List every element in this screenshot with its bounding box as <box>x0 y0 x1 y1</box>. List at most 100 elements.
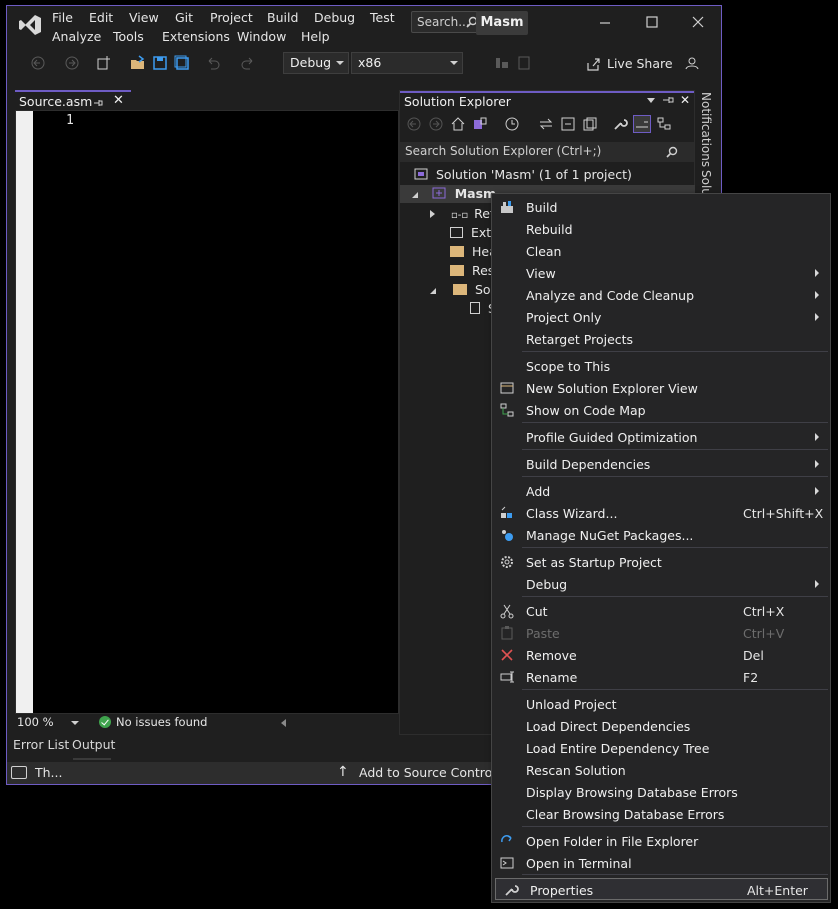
menu-item-profile-guided-optimization[interactable]: Profile Guided Optimization <box>492 426 830 448</box>
menu-item-scope-to-this[interactable]: Scope to This <box>492 355 830 377</box>
forward-icon[interactable] <box>63 54 81 72</box>
chevron-down-icon[interactable] <box>647 98 655 103</box>
menu-item-unload-project[interactable]: Unload Project <box>492 693 830 715</box>
open-file-icon[interactable] <box>129 54 147 72</box>
menu-project[interactable]: Project <box>210 10 253 25</box>
menu-item-cut[interactable]: Cut Ctrl+X <box>492 600 830 622</box>
menu-item-manage-nuget-packages[interactable]: Manage NuGet Packages... <box>492 524 830 546</box>
minimize-icon[interactable] <box>597 14 613 30</box>
menu-item-retarget-projects[interactable]: Retarget Projects <box>492 328 830 350</box>
align-icon[interactable] <box>493 54 511 72</box>
show-all-files-icon[interactable] <box>582 116 598 132</box>
platform-combo[interactable]: x86 <box>351 52 463 74</box>
menu-item-project-only[interactable]: Project Only <box>492 306 830 328</box>
wrench-icon[interactable] <box>612 116 628 132</box>
menu-item-class-wizard[interactable]: Class Wizard... Ctrl+Shift+X <box>492 502 830 524</box>
pin-icon[interactable] <box>662 94 674 109</box>
close-icon[interactable] <box>690 14 706 30</box>
search-box[interactable]: Search... <box>411 11 483 33</box>
menu-item-open-folder-in-file-explorer[interactable]: Open Folder in File Explorer <box>492 830 830 852</box>
project-name-badge[interactable]: Masm <box>476 11 528 35</box>
menu-item-open-in-terminal[interactable]: Open in Terminal <box>492 852 830 874</box>
menu-analyze[interactable]: Analyze <box>52 29 101 44</box>
expanded-triangle-icon[interactable] <box>430 288 436 294</box>
menu-item-build-dependencies[interactable]: Build Dependencies <box>492 453 830 475</box>
feedback-icon[interactable] <box>683 54 701 72</box>
close-icon[interactable]: ✕ <box>680 93 690 107</box>
menu-help[interactable]: Help <box>301 29 330 44</box>
menu-item-load-entire-dependency-tree[interactable]: Load Entire Dependency Tree <box>492 737 830 759</box>
menu-item-build[interactable]: Build <box>492 196 830 218</box>
menu-item-analyze-and-code-cleanup[interactable]: Analyze and Code Cleanup <box>492 284 830 306</box>
redo-icon[interactable] <box>239 54 257 72</box>
tree-item-source-files[interactable]: Sou <box>430 282 498 297</box>
configuration-combo[interactable]: Debug <box>283 52 349 74</box>
class-view-icon[interactable] <box>656 116 672 132</box>
menu-debug[interactable]: Debug <box>314 10 355 25</box>
back-icon[interactable] <box>406 116 422 132</box>
menu-item-clear-browsing-database-errors[interactable]: Clear Browsing Database Errors <box>492 803 830 825</box>
code-editor[interactable]: 1 <box>15 110 399 714</box>
solution-search-input[interactable]: Search Solution Explorer (Ctrl+;) <box>400 142 694 162</box>
sync-icon[interactable] <box>538 116 554 132</box>
menu-item-label: Properties <box>530 883 594 898</box>
menu-item-add[interactable]: Add <box>492 480 830 502</box>
menu-item-new-solution-explorer-view[interactable]: New Solution Explorer View <box>492 377 830 399</box>
layout-icon[interactable] <box>515 54 533 72</box>
tab-output[interactable]: Output <box>72 737 115 752</box>
collapsed-triangle-icon[interactable] <box>430 210 435 218</box>
tab-error-list[interactable]: Error List <box>13 737 69 752</box>
maximize-icon[interactable] <box>644 14 660 30</box>
menu-item-set-as-startup-project[interactable]: Set as Startup Project <box>492 551 830 573</box>
add-to-source-control[interactable]: Add to Source Control <box>359 765 496 780</box>
home-icon[interactable] <box>450 116 466 132</box>
visual-studio-logo-icon[interactable] <box>17 12 43 38</box>
pending-changes-icon[interactable] <box>504 116 520 132</box>
new-project-icon[interactable] <box>95 54 113 72</box>
pin-icon[interactable] <box>93 96 103 111</box>
menu-edit[interactable]: Edit <box>89 10 113 25</box>
notifications-tab[interactable]: Notifications <box>699 92 713 167</box>
forward-icon[interactable] <box>428 116 444 132</box>
menu-item-rename[interactable]: Rename F2 <box>492 666 830 688</box>
menu-item-debug[interactable]: Debug <box>492 573 830 595</box>
tab-close-icon[interactable]: ✕ <box>113 93 124 108</box>
save-all-icon[interactable] <box>173 54 191 72</box>
solution-node[interactable]: Solution 'Masm' (1 of 1 project) <box>414 167 632 182</box>
live-share-label[interactable]: Live Share <box>607 56 673 71</box>
save-icon[interactable] <box>151 54 169 72</box>
switch-views-icon[interactable] <box>472 116 488 132</box>
menu-item-remove[interactable]: Remove Del <box>492 644 830 666</box>
menu-item-view[interactable]: View <box>492 262 830 284</box>
menu-item-show-on-code-map[interactable]: Show on Code Map <box>492 399 830 421</box>
menu-tools[interactable]: Tools <box>113 29 144 44</box>
zoom-level[interactable]: 100 % <box>17 715 54 729</box>
collapse-all-icon[interactable] <box>560 116 576 132</box>
menu-item-clean[interactable]: Clean <box>492 240 830 262</box>
tree-item-header-files[interactable]: Hea <box>450 244 497 259</box>
back-icon[interactable] <box>29 54 47 72</box>
live-share-icon[interactable] <box>585 56 601 72</box>
menu-git[interactable]: Git <box>175 10 193 25</box>
menu-test[interactable]: Test <box>370 10 395 25</box>
menu-file[interactable]: File <box>52 10 73 25</box>
menu-item-rebuild[interactable]: Rebuild <box>492 218 830 240</box>
project-node[interactable]: Masm <box>412 186 496 201</box>
menu-item-load-direct-dependencies[interactable]: Load Direct Dependencies <box>492 715 830 737</box>
chevron-down-icon[interactable] <box>71 721 79 725</box>
issues-status[interactable]: No issues found <box>116 715 207 729</box>
menu-extensions[interactable]: Extensions <box>162 29 230 44</box>
undo-icon[interactable] <box>204 54 222 72</box>
tab-source-asm[interactable]: Source.asm ✕ <box>15 90 131 110</box>
menu-window[interactable]: Window <box>237 29 286 44</box>
expanded-triangle-icon[interactable] <box>412 192 418 198</box>
menu-item-rescan-solution[interactable]: Rescan Solution <box>492 759 830 781</box>
menu-item-display-browsing-database-errors[interactable]: Display Browsing Database Errors <box>492 781 830 803</box>
arrow-up-icon[interactable]: ↑ <box>337 764 349 780</box>
menu-build[interactable]: Build <box>267 10 298 25</box>
menu-item-properties[interactable]: Properties Alt+Enter <box>495 878 828 900</box>
preview-selected-icon[interactable] <box>633 115 651 133</box>
scroll-left-icon[interactable] <box>281 719 286 727</box>
menu-view[interactable]: View <box>129 10 159 25</box>
message-icon[interactable] <box>11 766 27 779</box>
